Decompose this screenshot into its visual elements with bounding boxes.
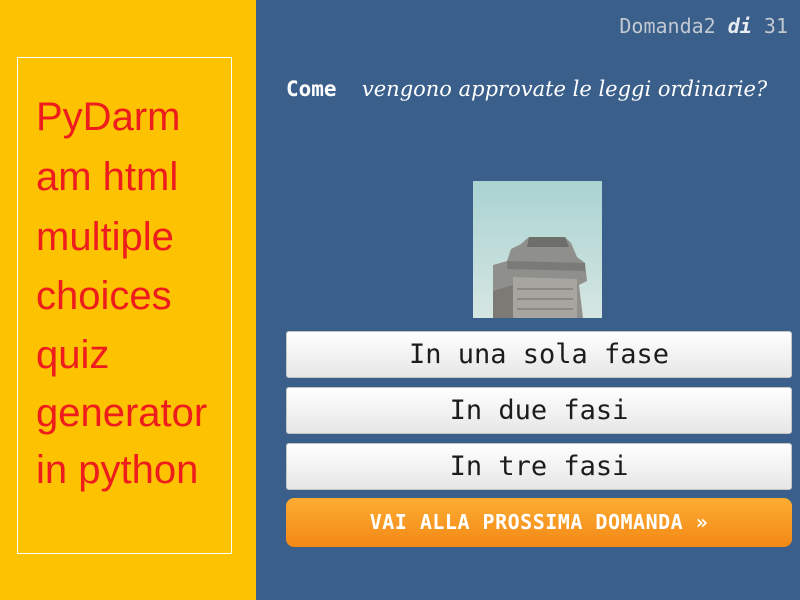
left-panel: PyDarm am html multiple choices quiz gen… (0, 0, 256, 600)
title-line-2: am html (36, 155, 179, 199)
counter-total: 31 (763, 14, 788, 38)
fortress-tower-photo (473, 181, 602, 318)
title-line-1: PyDarm (36, 95, 181, 139)
title-line-6: generator (36, 391, 208, 435)
question-counter: Domanda2 di 31 (619, 14, 788, 38)
title-line-3: multiple (36, 215, 174, 259)
title-line-5: quiz (36, 333, 110, 377)
counter-of: di (727, 14, 752, 38)
counter-current: 2 (703, 14, 716, 38)
next-question-button[interactable]: VAI ALLA PROSSIMA DOMANDA » (286, 498, 792, 547)
answer-option-3[interactable]: In tre fasi (286, 443, 792, 490)
title-line-7: in python (36, 448, 199, 492)
question-rest: vengono approvate le leggi ordinarie? (361, 77, 768, 101)
answer-option-1[interactable]: In una sola fase (286, 331, 792, 378)
title-line-4: choices (36, 274, 172, 318)
question-lead: Come (286, 77, 337, 101)
answer-option-2[interactable]: In due fasi (286, 387, 792, 434)
title-box: PyDarm am html multiple choices quiz gen… (17, 57, 232, 554)
counter-label: Domanda (619, 14, 704, 38)
question-text: Come vengono approvate le leggi ordinari… (286, 66, 786, 112)
